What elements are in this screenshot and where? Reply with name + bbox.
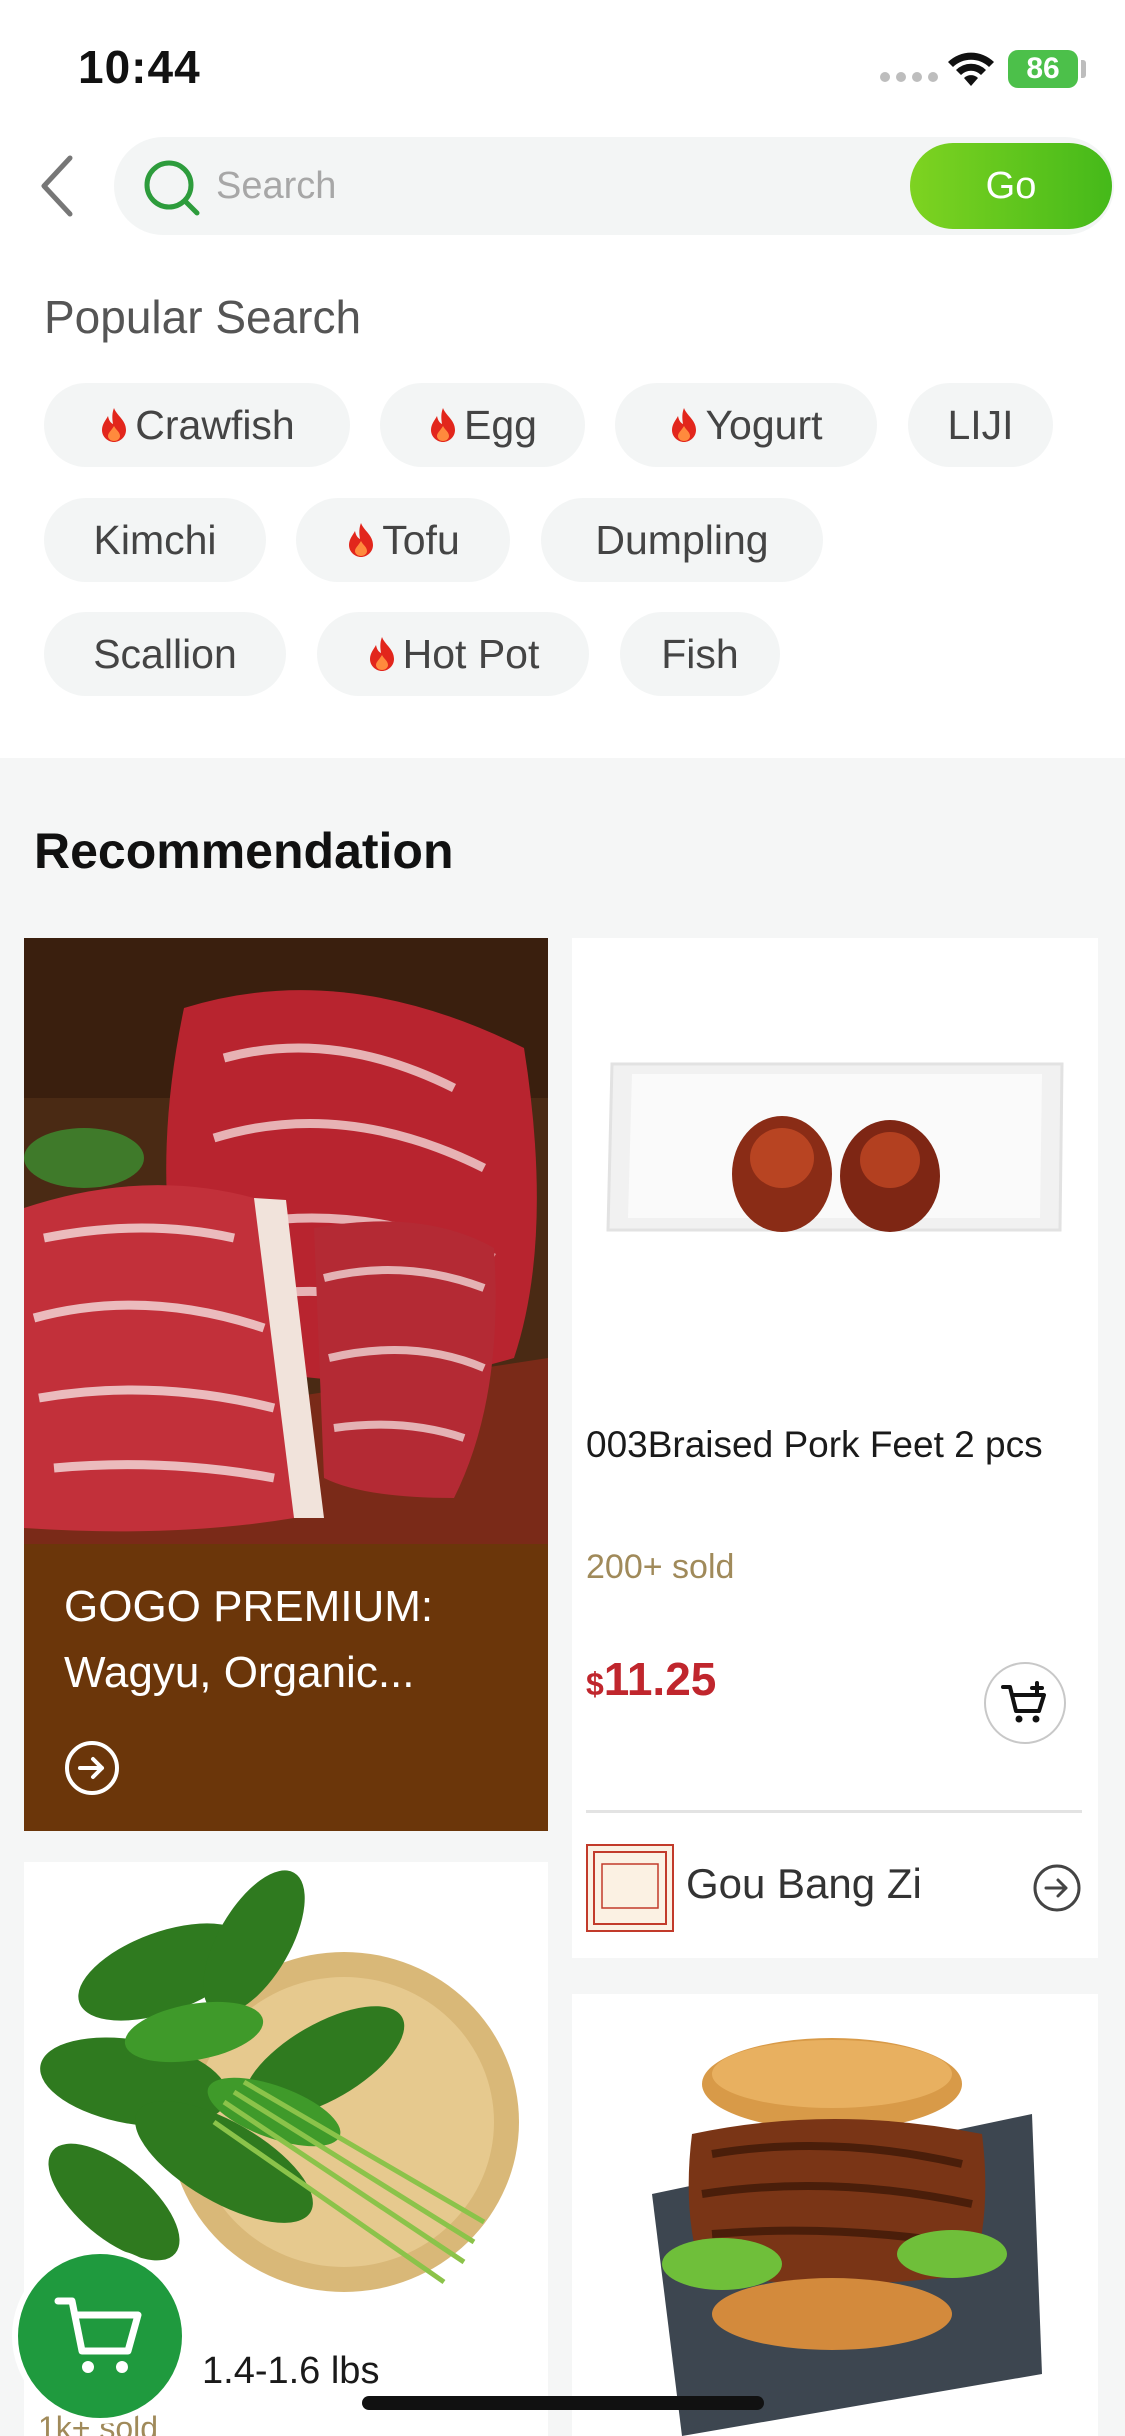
floating-cart-button[interactable] — [12, 2248, 188, 2424]
price-value: 11.25 — [603, 1653, 717, 1705]
status-bar: 10:44 86 — [0, 0, 1125, 130]
chip-yogurt[interactable]: Yogurt — [615, 383, 877, 467]
product-card-burger[interactable] — [572, 1994, 1098, 2436]
wagyu-beef-image — [24, 938, 548, 1544]
fire-icon — [102, 408, 127, 442]
product-card-pork-feet[interactable]: 003Braised Pork Feet 2 pcs 200+ sold $11… — [572, 938, 1098, 1958]
battery-tip — [1081, 60, 1086, 78]
home-indicator — [362, 2396, 764, 2410]
cart-icon — [54, 2297, 142, 2373]
product-weight: 1.4-1.6 lbs — [202, 2350, 380, 2392]
wifi-icon — [948, 52, 994, 86]
chip-liji[interactable]: LIJI — [908, 383, 1053, 467]
chip-label: Egg — [464, 401, 537, 448]
chip-scallion[interactable]: Scallion — [44, 612, 286, 696]
add-to-cart-button[interactable] — [984, 1662, 1066, 1744]
fire-icon — [431, 408, 456, 442]
chip-kimchi[interactable]: Kimchi — [44, 498, 266, 582]
recommendation-title: Recommendation — [34, 823, 454, 879]
chip-fish[interactable]: Fish — [620, 612, 780, 696]
chip-label: Fish — [661, 630, 739, 677]
search-input[interactable] — [216, 150, 876, 222]
go-button[interactable]: Go — [910, 143, 1112, 229]
chip-egg[interactable]: Egg — [380, 383, 585, 467]
chip-tofu[interactable]: Tofu — [296, 498, 510, 582]
sold-count: 200+ sold — [586, 1548, 735, 1586]
premium-banner-text: GOGO PREMIUM: Wagyu, Organic... — [64, 1582, 434, 1697]
chevron-left-icon — [41, 155, 73, 217]
status-time: 10:44 — [78, 41, 201, 93]
back-button[interactable] — [28, 148, 88, 224]
chip-label: Yogurt — [705, 401, 823, 448]
premium-banner-card[interactable]: GOGO PREMIUM: Wagyu, Organic... — [24, 938, 548, 1831]
chip-crawfish[interactable]: Crawfish — [44, 383, 350, 467]
chip-label: Crawfish — [135, 401, 295, 448]
chip-label: Tofu — [382, 516, 460, 563]
pork-burger-image — [572, 1994, 1098, 2436]
popular-search-title: Popular Search — [44, 291, 362, 343]
chip-dumpling[interactable]: Dumpling — [541, 498, 823, 582]
chip-label: Scallion — [93, 630, 237, 677]
divider — [586, 1810, 1082, 1813]
battery-icon: 86 — [1008, 50, 1078, 88]
signal-icon — [880, 72, 938, 82]
fire-icon — [369, 637, 394, 671]
search-icon — [144, 160, 200, 216]
shop-name[interactable]: Gou Bang Zi — [686, 1860, 922, 1908]
chip-label: LIJI — [947, 401, 1014, 448]
fire-icon — [672, 408, 697, 442]
chip-label: Hot Pot — [402, 630, 540, 677]
price-currency: $ — [586, 1666, 604, 1702]
arrow-right-circle-icon[interactable] — [64, 1740, 120, 1796]
product-name: 003Braised Pork Feet 2 pcs — [586, 1424, 1043, 1465]
fire-icon — [349, 523, 374, 557]
arrow-right-circle-icon[interactable] — [1032, 1863, 1082, 1913]
chip-hot-pot[interactable]: Hot Pot — [317, 612, 589, 696]
pork-feet-image — [572, 938, 1098, 1378]
chip-label: Kimchi — [93, 516, 217, 563]
product-price: $11.25 — [586, 1652, 716, 1706]
chip-label: Dumpling — [595, 516, 769, 563]
cart-plus-icon — [1001, 1681, 1046, 1723]
shop-logo — [586, 1844, 674, 1932]
